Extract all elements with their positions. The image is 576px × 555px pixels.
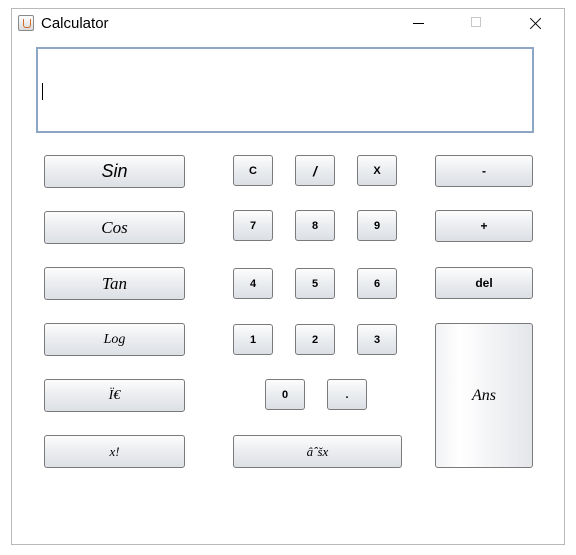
log-label: Log xyxy=(103,331,126,347)
digit-1-button[interactable]: 1 xyxy=(233,324,273,355)
multiply-label: X xyxy=(373,164,381,177)
decimal-point-label: . xyxy=(345,388,349,401)
multiply-button[interactable]: X xyxy=(357,155,397,186)
calculator-window: Calculator Sin Cos Tan Log Ï€ x! C / X 7… xyxy=(11,8,565,545)
digit-9-label: 9 xyxy=(373,219,381,232)
digit-5-button[interactable]: 5 xyxy=(295,268,335,299)
digit-4-label: 4 xyxy=(249,277,257,290)
cos-button[interactable]: Cos xyxy=(44,211,185,244)
digit-7-button[interactable]: 7 xyxy=(233,210,273,241)
plus-button[interactable]: + xyxy=(435,210,533,242)
plus-label: + xyxy=(480,219,488,233)
decimal-point-button[interactable]: . xyxy=(327,379,367,410)
digit-8-label: 8 xyxy=(311,219,319,232)
maximize-icon[interactable] xyxy=(454,9,500,39)
factorial-button[interactable]: x! xyxy=(44,435,185,468)
digit-2-label: 2 xyxy=(311,333,319,346)
window-title: Calculator xyxy=(41,15,109,32)
digit-8-button[interactable]: 8 xyxy=(295,210,335,241)
delete-label: del xyxy=(475,276,493,290)
digit-9-button[interactable]: 9 xyxy=(357,210,397,241)
answer-button[interactable]: Ans xyxy=(435,323,533,468)
minimize-icon[interactable] xyxy=(396,9,442,39)
tan-button[interactable]: Tan xyxy=(44,267,185,300)
tan-label: Tan xyxy=(102,273,127,293)
answer-label: Ans xyxy=(472,386,496,404)
java-app-icon xyxy=(18,15,34,31)
clear-label: C xyxy=(249,164,257,177)
digit-6-label: 6 xyxy=(373,277,381,290)
title-bar: Calculator xyxy=(12,9,564,39)
digit-4-button[interactable]: 4 xyxy=(233,268,273,299)
digit-5-label: 5 xyxy=(311,277,319,290)
clear-button[interactable]: C xyxy=(233,155,273,186)
digit-1-label: 1 xyxy=(249,333,257,346)
display-field[interactable] xyxy=(36,47,534,133)
digit-6-button[interactable]: 6 xyxy=(357,268,397,299)
sin-button[interactable]: Sin xyxy=(44,155,185,188)
divide-button[interactable]: / xyxy=(295,155,335,186)
digit-7-label: 7 xyxy=(249,219,257,232)
factorial-label: x! xyxy=(109,443,120,459)
digit-0-button[interactable]: 0 xyxy=(265,379,305,410)
divide-label: / xyxy=(313,162,317,179)
delete-button[interactable]: del xyxy=(435,267,533,299)
square-root-label: âˆšx xyxy=(306,443,329,459)
close-icon[interactable] xyxy=(512,9,558,39)
pi-label: Ï€ xyxy=(108,387,121,403)
text-caret xyxy=(42,83,43,100)
digit-0-label: 0 xyxy=(281,388,289,401)
digit-3-label: 3 xyxy=(373,333,381,346)
pi-button[interactable]: Ï€ xyxy=(44,379,185,412)
square-root-button[interactable]: âˆšx xyxy=(233,435,402,468)
minus-label: - xyxy=(482,164,486,178)
digit-3-button[interactable]: 3 xyxy=(357,324,397,355)
log-button[interactable]: Log xyxy=(44,323,185,356)
digit-2-button[interactable]: 2 xyxy=(295,324,335,355)
cos-label: Cos xyxy=(101,217,128,237)
minus-button[interactable]: - xyxy=(435,155,533,187)
sin-label: Sin xyxy=(101,161,128,181)
